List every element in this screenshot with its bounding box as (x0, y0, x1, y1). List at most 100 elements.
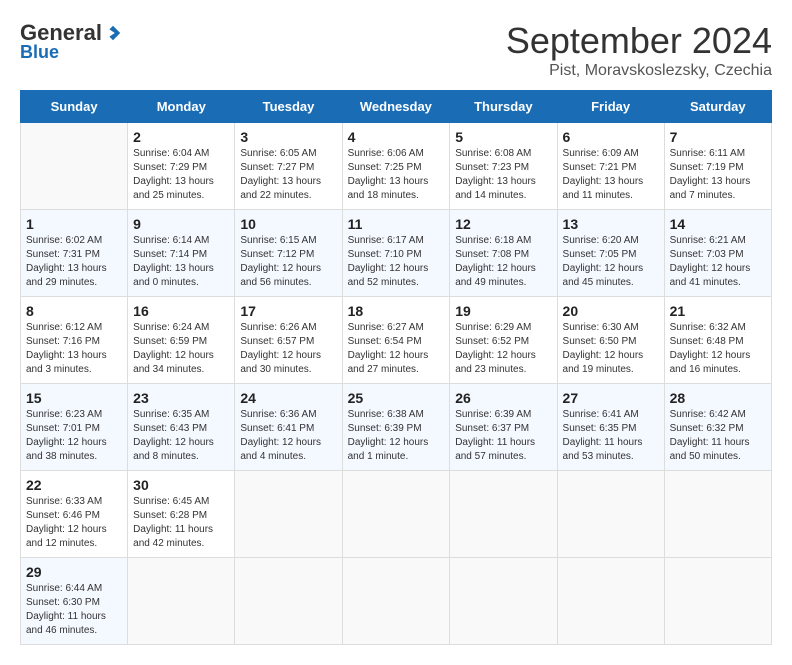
calendar-cell: 28 Sunrise: 6:42 AMSunset: 6:32 PMDayligh… (664, 384, 771, 471)
logo-icon (104, 24, 122, 42)
calendar-cell (128, 558, 235, 645)
calendar-cell: 10 Sunrise: 6:15 AMSunset: 7:12 PMDayligh… (235, 210, 342, 297)
day-info: Sunrise: 6:41 AMSunset: 6:35 PMDaylight:… (563, 408, 659, 464)
day-info: Sunrise: 6:02 AMSunset: 7:31 PMDaylight:… (26, 234, 122, 290)
day-number: 14 (670, 216, 766, 232)
day-number: 10 (240, 216, 336, 232)
day-number: 21 (670, 303, 766, 319)
day-header-tuesday: Tuesday (235, 91, 342, 123)
day-header-friday: Friday (557, 91, 664, 123)
day-info: Sunrise: 6:17 AMSunset: 7:10 PMDaylight:… (348, 234, 445, 290)
logo: General Blue (20, 20, 122, 63)
calendar-cell: 30 Sunrise: 6:45 AMSunset: 6:28 PMDayligh… (128, 471, 235, 558)
day-number: 15 (26, 390, 122, 406)
day-number: 2 (133, 129, 229, 145)
day-info: Sunrise: 6:09 AMSunset: 7:21 PMDaylight:… (563, 147, 659, 203)
calendar-cell (342, 558, 450, 645)
calendar-cell: 8Sunrise: 6:12 AMSunset: 7:16 PMDaylight… (21, 297, 128, 384)
day-header-saturday: Saturday (664, 91, 771, 123)
day-info: Sunrise: 6:11 AMSunset: 7:19 PMDaylight:… (670, 147, 766, 203)
day-number: 26 (455, 390, 551, 406)
day-number: 13 (563, 216, 659, 232)
day-info: Sunrise: 6:30 AMSunset: 6:50 PMDaylight:… (563, 321, 659, 377)
day-info: Sunrise: 6:44 AMSunset: 6:30 PMDaylight:… (26, 582, 122, 638)
calendar-week-3: 15 Sunrise: 6:23 AMSunset: 7:01 PMDayligh… (21, 384, 772, 471)
calendar-body: 2Sunrise: 6:04 AMSunset: 7:29 PMDaylight… (21, 123, 772, 645)
title-area: September 2024 Pist, Moravskoslezsky, Cz… (506, 20, 772, 80)
calendar-cell: 3 Sunrise: 6:05 AMSunset: 7:27 PMDaylight… (235, 123, 342, 210)
page-header: General Blue September 2024 Pist, Moravs… (20, 20, 772, 80)
day-info: Sunrise: 6:35 AMSunset: 6:43 PMDaylight:… (133, 408, 229, 464)
day-number: 11 (348, 216, 445, 232)
calendar-cell: 27 Sunrise: 6:41 AMSunset: 6:35 PMDayligh… (557, 384, 664, 471)
calendar-header: SundayMondayTuesdayWednesdayThursdayFrid… (21, 91, 772, 123)
calendar-week-2: 8Sunrise: 6:12 AMSunset: 7:16 PMDaylight… (21, 297, 772, 384)
location: Pist, Moravskoslezsky, Czechia (506, 62, 772, 80)
days-header-row: SundayMondayTuesdayWednesdayThursdayFrid… (21, 91, 772, 123)
calendar-cell: 2Sunrise: 6:04 AMSunset: 7:29 PMDaylight… (128, 123, 235, 210)
calendar-cell: 19Sunrise: 6:29 AMSunset: 6:52 PMDayligh… (450, 297, 557, 384)
calendar-cell: 18Sunrise: 6:27 AMSunset: 6:54 PMDayligh… (342, 297, 450, 384)
calendar-cell: 29 Sunrise: 6:44 AMSunset: 6:30 PMDayligh… (21, 558, 128, 645)
day-info: Sunrise: 6:42 AMSunset: 6:32 PMDaylight:… (670, 408, 766, 464)
day-number: 23 (133, 390, 229, 406)
calendar-table: SundayMondayTuesdayWednesdayThursdayFrid… (20, 90, 772, 645)
calendar-cell: 14 Sunrise: 6:21 AMSunset: 7:03 PMDayligh… (664, 210, 771, 297)
calendar-cell (21, 123, 128, 210)
calendar-cell: 6 Sunrise: 6:09 AMSunset: 7:21 PMDaylight… (557, 123, 664, 210)
calendar-week-4: 22Sunrise: 6:33 AMSunset: 6:46 PMDayligh… (21, 471, 772, 558)
calendar-cell: 23 Sunrise: 6:35 AMSunset: 6:43 PMDayligh… (128, 384, 235, 471)
day-number: 28 (670, 390, 766, 406)
calendar-cell: 13Sunrise: 6:20 AMSunset: 7:05 PMDayligh… (557, 210, 664, 297)
day-info: Sunrise: 6:24 AMSunset: 6:59 PMDaylight:… (133, 321, 229, 377)
day-number: 17 (240, 303, 336, 319)
day-info: Sunrise: 6:08 AMSunset: 7:23 PMDaylight:… (455, 147, 551, 203)
day-info: Sunrise: 6:15 AMSunset: 7:12 PMDaylight:… (240, 234, 336, 290)
calendar-week-5: 29 Sunrise: 6:44 AMSunset: 6:30 PMDayligh… (21, 558, 772, 645)
day-info: Sunrise: 6:36 AMSunset: 6:41 PMDaylight:… (240, 408, 336, 464)
day-number: 12 (455, 216, 551, 232)
day-info: Sunrise: 6:21 AMSunset: 7:03 PMDaylight:… (670, 234, 766, 290)
day-info: Sunrise: 6:23 AMSunset: 7:01 PMDaylight:… (26, 408, 122, 464)
day-info: Sunrise: 6:45 AMSunset: 6:28 PMDaylight:… (133, 495, 229, 551)
calendar-cell: 4 Sunrise: 6:06 AMSunset: 7:25 PMDaylight… (342, 123, 450, 210)
day-number: 1 (26, 216, 122, 232)
calendar-cell: 1 Sunrise: 6:02 AMSunset: 7:31 PMDaylight… (21, 210, 128, 297)
calendar-cell: 12Sunrise: 6:18 AMSunset: 7:08 PMDayligh… (450, 210, 557, 297)
day-number: 25 (348, 390, 445, 406)
calendar-cell: 11 Sunrise: 6:17 AMSunset: 7:10 PMDayligh… (342, 210, 450, 297)
calendar-cell: 22Sunrise: 6:33 AMSunset: 6:46 PMDayligh… (21, 471, 128, 558)
day-info: Sunrise: 6:14 AMSunset: 7:14 PMDaylight:… (133, 234, 229, 290)
day-number: 20 (563, 303, 659, 319)
calendar-cell (450, 558, 557, 645)
day-number: 3 (240, 129, 336, 145)
month-title: September 2024 (506, 20, 772, 62)
day-info: Sunrise: 6:12 AMSunset: 7:16 PMDaylight:… (26, 321, 122, 377)
day-number: 19 (455, 303, 551, 319)
calendar-cell: 20 Sunrise: 6:30 AMSunset: 6:50 PMDayligh… (557, 297, 664, 384)
day-info: Sunrise: 6:39 AMSunset: 6:37 PMDaylight:… (455, 408, 551, 464)
day-info: Sunrise: 6:05 AMSunset: 7:27 PMDaylight:… (240, 147, 336, 203)
calendar-cell (664, 558, 771, 645)
calendar-cell: 24 Sunrise: 6:36 AMSunset: 6:41 PMDayligh… (235, 384, 342, 471)
day-number: 27 (563, 390, 659, 406)
calendar-cell (450, 471, 557, 558)
calendar-cell: 15 Sunrise: 6:23 AMSunset: 7:01 PMDayligh… (21, 384, 128, 471)
day-number: 29 (26, 564, 122, 580)
day-number: 5 (455, 129, 551, 145)
calendar-cell: 17Sunrise: 6:26 AMSunset: 6:57 PMDayligh… (235, 297, 342, 384)
calendar-cell: 9Sunrise: 6:14 AMSunset: 7:14 PMDaylight… (128, 210, 235, 297)
day-number: 7 (670, 129, 766, 145)
day-header-sunday: Sunday (21, 91, 128, 123)
day-number: 22 (26, 477, 122, 493)
calendar-cell: 21 Sunrise: 6:32 AMSunset: 6:48 PMDayligh… (664, 297, 771, 384)
calendar-cell (235, 471, 342, 558)
day-number: 4 (348, 129, 445, 145)
day-number: 24 (240, 390, 336, 406)
day-number: 6 (563, 129, 659, 145)
day-info: Sunrise: 6:06 AMSunset: 7:25 PMDaylight:… (348, 147, 445, 203)
calendar-cell: 16Sunrise: 6:24 AMSunset: 6:59 PMDayligh… (128, 297, 235, 384)
day-info: Sunrise: 6:32 AMSunset: 6:48 PMDaylight:… (670, 321, 766, 377)
calendar-cell: 26 Sunrise: 6:39 AMSunset: 6:37 PMDayligh… (450, 384, 557, 471)
day-number: 30 (133, 477, 229, 493)
